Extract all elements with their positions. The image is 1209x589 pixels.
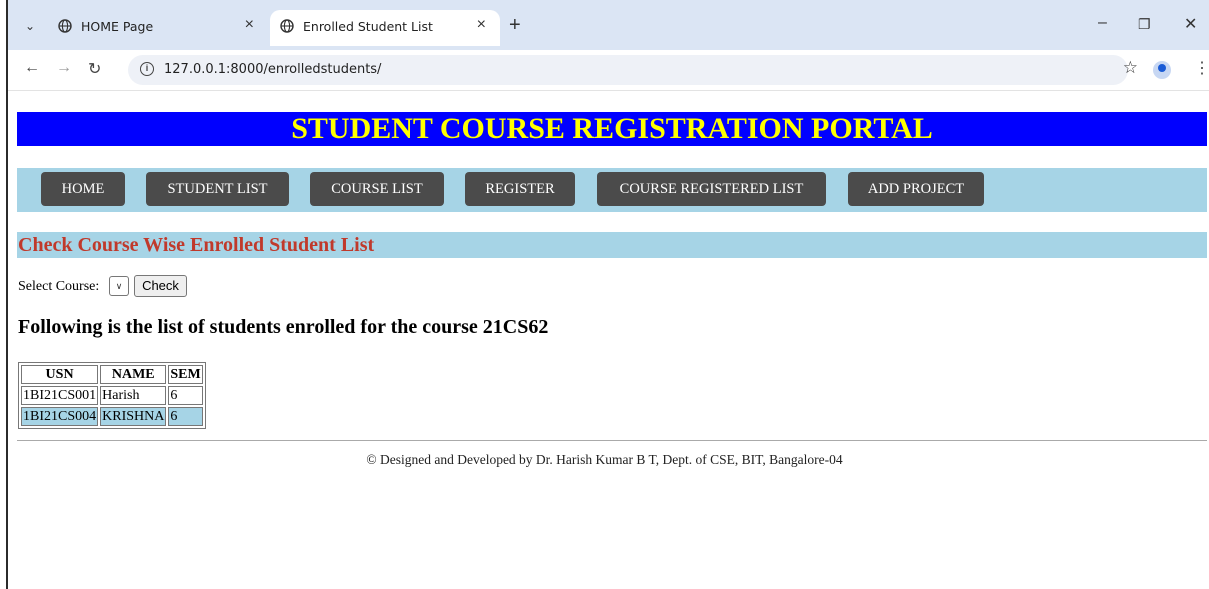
select-course-label: Select Course: bbox=[18, 279, 100, 294]
forward-arrow-icon[interactable]: → bbox=[56, 59, 72, 77]
column-header-usn: USN bbox=[21, 365, 99, 384]
usn-cell: 1BI21CS001 bbox=[21, 386, 99, 405]
tab-enrolled-student-list[interactable]: Enrolled Student List × bbox=[270, 10, 500, 46]
footer-text: © Designed and Developed by Dr. Harish K… bbox=[366, 452, 843, 467]
tab-label: Enrolled Student List bbox=[303, 19, 433, 34]
address-bar[interactable]: i 127.0.0.1:8000/enrolledstudents/ ☆ bbox=[128, 55, 1138, 85]
back-arrow-icon[interactable]: ← bbox=[24, 59, 40, 77]
course-select[interactable]: ∨ bbox=[109, 276, 129, 296]
tab-home-page[interactable]: HOME Page × bbox=[48, 10, 268, 46]
close-window-icon[interactable]: ✕ bbox=[1184, 14, 1197, 34]
window-edge bbox=[0, 0, 8, 589]
globe-icon bbox=[58, 19, 72, 33]
portal-banner: STUDENT COURSE REGISTRATION PORTAL bbox=[17, 112, 1207, 146]
main-nav: HOME STUDENT LIST COURSE LIST REGISTER C… bbox=[17, 168, 1207, 212]
table-header-row: USN NAME SEM bbox=[21, 365, 203, 384]
section-title: Check Course Wise Enrolled Student List bbox=[18, 234, 375, 256]
globe-icon bbox=[280, 19, 294, 33]
nav-student-list-button[interactable]: STUDENT LIST bbox=[146, 172, 289, 206]
section-header: Check Course Wise Enrolled Student List bbox=[17, 232, 1207, 258]
minimize-icon[interactable]: – bbox=[1098, 14, 1107, 32]
nav-register-button[interactable]: REGISTER bbox=[465, 172, 575, 206]
reload-icon[interactable]: ↻ bbox=[88, 59, 101, 79]
nav-add-project-button[interactable]: ADD PROJECT bbox=[848, 172, 984, 206]
column-header-sem: SEM bbox=[168, 365, 203, 384]
enrolled-students-table: USN NAME SEM 1BI21CS001 Harish 6 1BI21CS… bbox=[18, 362, 206, 429]
close-icon[interactable]: × bbox=[477, 16, 486, 34]
close-icon[interactable]: × bbox=[245, 16, 254, 34]
info-icon[interactable]: i bbox=[140, 62, 154, 76]
name-cell: Harish bbox=[100, 386, 167, 405]
footer-divider bbox=[17, 440, 1207, 441]
list-heading: Following is the list of students enroll… bbox=[18, 316, 549, 338]
browser-toolbar: ← → ↻ i 127.0.0.1:8000/enrolledstudents/… bbox=[8, 50, 1209, 91]
nav-home-button[interactable]: HOME bbox=[41, 172, 125, 206]
sem-cell: 6 bbox=[168, 407, 203, 426]
profile-icon[interactable] bbox=[1153, 61, 1171, 79]
tab-bar: ⌄ HOME Page × Enrolled Student List × + … bbox=[8, 0, 1209, 50]
tab-label: HOME Page bbox=[81, 19, 154, 34]
name-cell: KRISHNA bbox=[100, 407, 167, 426]
table-row: 1BI21CS004 KRISHNA 6 bbox=[21, 407, 203, 426]
restore-icon[interactable]: ❐ bbox=[1138, 16, 1151, 33]
nav-course-list-button[interactable]: COURSE LIST bbox=[310, 172, 444, 206]
plus-icon[interactable]: + bbox=[509, 14, 521, 37]
table-row: 1BI21CS001 Harish 6 bbox=[21, 386, 203, 405]
sem-cell: 6 bbox=[168, 386, 203, 405]
url-text[interactable]: 127.0.0.1:8000/enrolledstudents/ bbox=[164, 62, 381, 77]
kebab-menu-icon[interactable]: ⋮ bbox=[1194, 58, 1209, 78]
usn-cell: 1BI21CS004 bbox=[21, 407, 99, 426]
check-button[interactable]: Check bbox=[134, 275, 187, 297]
page-title: STUDENT COURSE REGISTRATION PORTAL bbox=[291, 112, 933, 145]
column-header-name: NAME bbox=[100, 365, 167, 384]
star-icon[interactable]: ☆ bbox=[1123, 58, 1138, 78]
chevron-down-icon[interactable]: ⌄ bbox=[20, 16, 40, 36]
nav-course-registered-list-button[interactable]: COURSE REGISTERED LIST bbox=[597, 172, 826, 206]
